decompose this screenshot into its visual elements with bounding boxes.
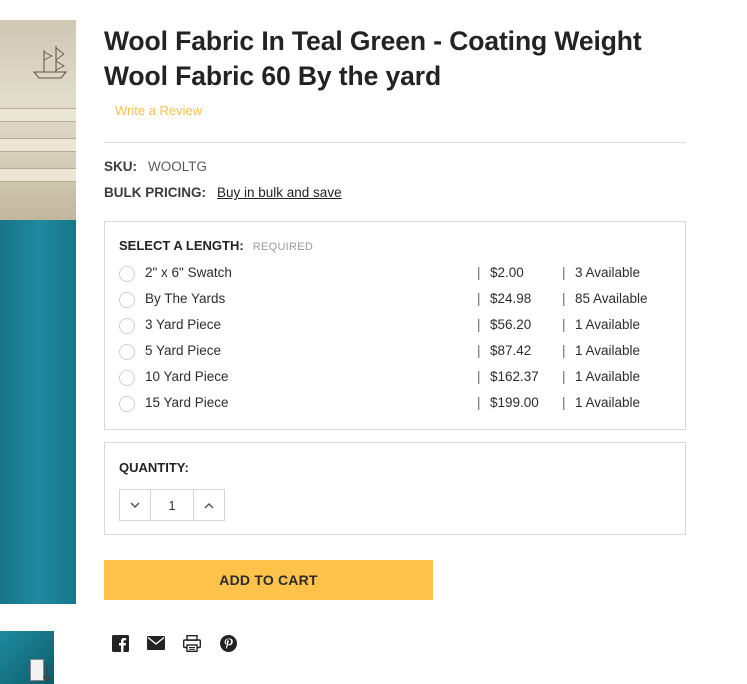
quantity-heading: QUANTITY:: [119, 460, 189, 475]
bulk-pricing-link[interactable]: Buy in bulk and save: [217, 185, 342, 200]
option-price: $2.00: [490, 265, 524, 280]
separator: |: [477, 265, 481, 280]
sku-row: SKU: WOOLTG: [104, 159, 686, 174]
separator: |: [477, 343, 481, 358]
option-name: 10 Yard Piece: [145, 369, 229, 384]
radio-button[interactable]: [119, 344, 135, 360]
divider: [104, 142, 686, 143]
teal-fabric: [0, 220, 76, 604]
option-price: $199.00: [490, 395, 539, 410]
length-heading-label: SELECT A LENGTH:: [119, 238, 244, 253]
option-name: 15 Yard Piece: [145, 395, 229, 410]
fabric-roll: [0, 108, 76, 122]
length-option[interactable]: By The Yards | $24.98 | 85 Available: [119, 287, 671, 313]
option-name: 5 Yard Piece: [145, 343, 222, 358]
length-options: 2" x 6" Swatch | $2.00 | 3 Available By …: [119, 261, 671, 417]
product-main-image[interactable]: [0, 20, 76, 604]
increase-quantity-button[interactable]: [193, 490, 224, 520]
quantity-stepper: [119, 489, 225, 521]
option-price: $56.20: [490, 317, 532, 332]
length-heading: SELECT A LENGTH: REQUIRED: [119, 238, 671, 253]
length-option[interactable]: 5 Yard Piece | $87.42 | 1 Available: [119, 339, 671, 365]
separator: |: [477, 369, 481, 384]
option-name: 3 Yard Piece: [145, 317, 222, 332]
separator: |: [562, 265, 566, 280]
separator: |: [562, 343, 566, 358]
option-availability: 1 Available: [575, 343, 641, 358]
chevron-up-icon: [204, 502, 214, 509]
length-option[interactable]: 10 Yard Piece | $162.37 | 1 Available: [119, 365, 671, 391]
separator: |: [562, 395, 566, 410]
radio-button[interactable]: [119, 396, 135, 412]
length-option[interactable]: 2" x 6" Swatch | $2.00 | 3 Available: [119, 261, 671, 287]
quantity-input[interactable]: [151, 490, 193, 520]
pinterest-icon[interactable]: [219, 634, 237, 652]
bulk-pricing-label: BULK PRICING:: [104, 185, 206, 200]
option-price: $162.37: [490, 369, 539, 384]
facebook-icon[interactable]: [111, 634, 129, 652]
radio-button[interactable]: [119, 266, 135, 282]
separator: |: [562, 317, 566, 332]
length-select-box: SELECT A LENGTH: REQUIRED 2" x 6" Swatch…: [104, 221, 686, 430]
sku-value: WOOLTG: [148, 159, 207, 174]
option-name: By The Yards: [145, 291, 226, 306]
option-availability: 1 Available: [575, 369, 641, 384]
print-icon[interactable]: [183, 634, 201, 652]
radio-button[interactable]: [119, 318, 135, 334]
bulk-pricing-row: BULK PRICING: Buy in bulk and save: [104, 185, 686, 200]
quantity-box: QUANTITY:: [104, 442, 686, 535]
add-to-cart-button[interactable]: ADD TO CART: [104, 560, 433, 600]
radio-button[interactable]: [119, 292, 135, 308]
email-icon[interactable]: [147, 634, 165, 652]
length-option[interactable]: 15 Yard Piece | $199.00 | 1 Available: [119, 391, 671, 417]
fabric-roll: [0, 138, 76, 152]
length-option[interactable]: 3 Yard Piece | $56.20 | 1 Available: [119, 313, 671, 339]
chevron-down-icon: [130, 501, 140, 508]
decrease-quantity-button[interactable]: [120, 490, 151, 520]
separator: |: [477, 291, 481, 306]
separator: |: [562, 291, 566, 306]
option-availability: 1 Available: [575, 317, 641, 332]
fabric-roll: [0, 168, 76, 182]
option-price: $24.98: [490, 291, 532, 306]
radio-button[interactable]: [119, 370, 135, 386]
sku-label: SKU:: [104, 159, 137, 174]
share-icons: [111, 634, 686, 652]
write-review-link[interactable]: Write a Review: [115, 103, 202, 118]
separator: |: [562, 369, 566, 384]
required-label: REQUIRED: [252, 241, 314, 253]
option-availability: 85 Available: [575, 291, 648, 306]
product-title: Wool Fabric In Teal Green - Coating Weig…: [104, 26, 642, 91]
ship-print-motif: [32, 46, 68, 79]
option-availability: 1 Available: [575, 395, 641, 410]
option-name: 2" x 6" Swatch: [145, 265, 232, 280]
option-availability: 3 Available: [575, 265, 641, 280]
separator: |: [477, 317, 481, 332]
option-price: $87.42: [490, 343, 532, 358]
product-details: Wool Fabric In Teal Green - Coating Weig…: [104, 24, 686, 652]
separator: |: [477, 395, 481, 410]
product-thumbnail[interactable]: ➘: [0, 631, 54, 684]
